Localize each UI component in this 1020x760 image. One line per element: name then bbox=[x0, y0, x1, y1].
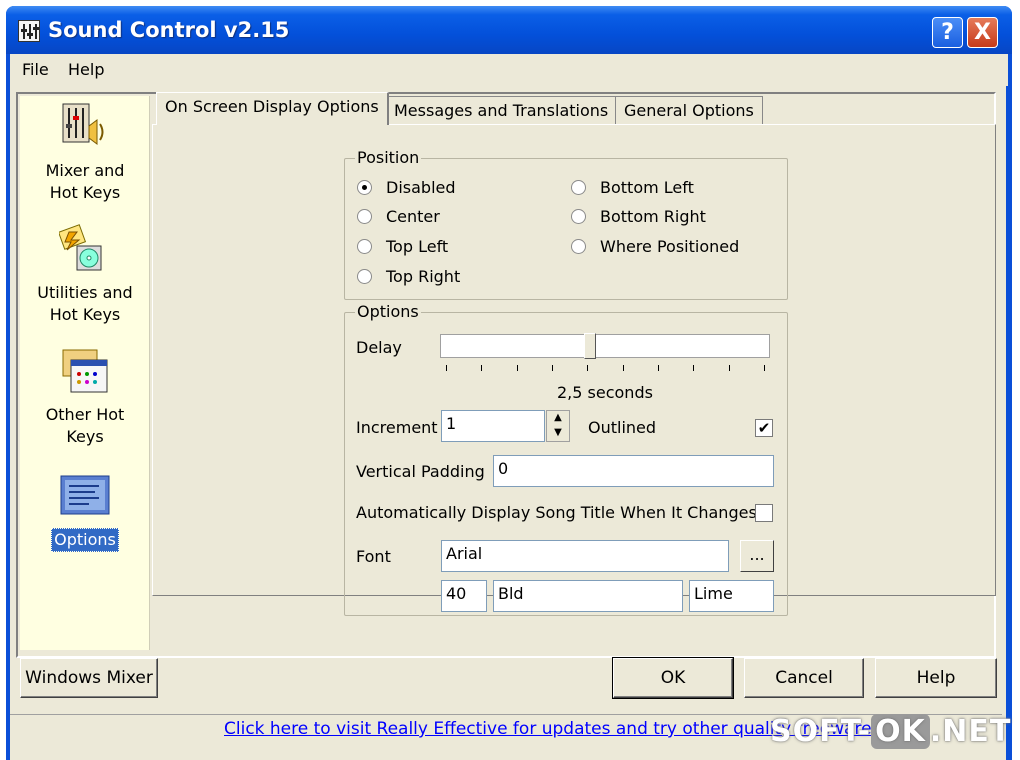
mixer-icon bbox=[59, 102, 111, 154]
slider-tick bbox=[693, 365, 694, 371]
spin-up-icon[interactable]: ▲ bbox=[547, 411, 569, 426]
help-button[interactable]: Help bbox=[875, 658, 997, 698]
radio-center[interactable]: Center bbox=[357, 207, 440, 226]
font-browse-button[interactable]: ... bbox=[740, 540, 774, 572]
radio-indicator bbox=[357, 268, 372, 284]
auto-display-label: Automatically Display Song Title When It… bbox=[356, 503, 757, 522]
increment-input[interactable]: 1 bbox=[441, 410, 545, 442]
radio-label: Disabled bbox=[386, 178, 456, 197]
menu-help[interactable]: Help bbox=[68, 60, 104, 79]
slider-tick bbox=[446, 365, 447, 371]
radio-indicator bbox=[571, 179, 586, 195]
radio-indicator bbox=[571, 238, 586, 254]
radio-label: Where Positioned bbox=[600, 237, 740, 256]
sidebar: Mixer and Hot Keys Utilities and Hot Key… bbox=[20, 96, 150, 650]
radio-indicator bbox=[357, 208, 372, 224]
slider-tick bbox=[764, 365, 765, 371]
sidebar-item-utilities[interactable]: Utilities and Hot Keys bbox=[20, 224, 150, 326]
sidebar-item-label: Mixer and Hot Keys bbox=[45, 161, 125, 202]
radio-where-positioned[interactable]: Where Positioned bbox=[571, 237, 739, 256]
radio-label: Top Right bbox=[386, 267, 461, 286]
app-icon[interactable] bbox=[18, 20, 40, 42]
delay-value-text: 2,5 seconds bbox=[557, 383, 653, 402]
slider-tick bbox=[517, 365, 518, 371]
outlined-label: Outlined bbox=[588, 418, 657, 437]
radio-indicator bbox=[357, 238, 372, 254]
watermark-text: SOFT- bbox=[770, 714, 872, 749]
radio-disabled[interactable]: Disabled bbox=[357, 178, 456, 197]
sidebar-item-label: Other Hot Keys bbox=[45, 405, 125, 446]
vertical-padding-input[interactable]: 0 bbox=[493, 455, 774, 487]
title-bar[interactable]: Sound Control v2.15 ? X bbox=[6, 6, 1012, 54]
delay-slider-thumb[interactable] bbox=[584, 333, 596, 359]
sidebar-item-other-hotkeys[interactable]: Other Hot Keys bbox=[20, 346, 150, 448]
outlined-checkbox[interactable]: ✔ bbox=[755, 419, 773, 437]
increment-label: Increment bbox=[356, 418, 438, 437]
tab-on-screen-display[interactable]: On Screen Display Options bbox=[156, 92, 389, 125]
radio-label: Top Left bbox=[386, 237, 449, 256]
radio-indicator bbox=[357, 179, 372, 195]
sidebar-item-mixer[interactable]: Mixer and Hot Keys bbox=[20, 102, 150, 204]
font-size-field[interactable]: 40 bbox=[441, 580, 487, 612]
menu-file[interactable]: File bbox=[22, 60, 49, 79]
sidebar-item-options[interactable]: Options bbox=[20, 470, 150, 552]
position-group-title: Position bbox=[355, 148, 422, 167]
font-style-field[interactable]: Bld bbox=[493, 580, 683, 612]
slider-tick bbox=[729, 365, 730, 371]
auto-display-checkbox[interactable] bbox=[755, 504, 773, 522]
other-hotkeys-icon bbox=[59, 346, 111, 398]
menu-bar: File Help bbox=[10, 54, 1008, 86]
options-group-title: Options bbox=[355, 302, 421, 321]
delay-slider[interactable] bbox=[440, 333, 770, 359]
radio-label: Center bbox=[386, 207, 440, 226]
radio-bottom-right[interactable]: Bottom Right bbox=[571, 207, 706, 226]
increment-spinner[interactable]: ▲ ▼ bbox=[546, 410, 570, 442]
slider-tick bbox=[623, 365, 624, 371]
watermark-text: OK bbox=[871, 714, 930, 749]
close-button[interactable]: X bbox=[967, 17, 998, 48]
slider-tick bbox=[587, 365, 588, 371]
radio-bottom-left[interactable]: Bottom Left bbox=[571, 178, 694, 197]
radio-label: Bottom Right bbox=[600, 207, 706, 226]
radio-indicator bbox=[571, 208, 586, 224]
sidebar-item-label: Options bbox=[51, 528, 119, 552]
radio-top-left[interactable]: Top Left bbox=[357, 237, 448, 256]
slider-tick bbox=[552, 365, 553, 371]
help-title-button[interactable]: ? bbox=[932, 17, 963, 48]
window-title: Sound Control v2.15 bbox=[48, 18, 290, 42]
font-label: Font bbox=[356, 547, 391, 566]
slider-tick bbox=[658, 365, 659, 371]
delay-label: Delay bbox=[356, 338, 402, 357]
watermark: SOFT- OK .NET bbox=[770, 714, 1014, 754]
watermark-text: .NET bbox=[929, 714, 1012, 749]
spin-down-icon[interactable]: ▼ bbox=[547, 426, 569, 441]
ok-button[interactable]: OK bbox=[612, 657, 734, 699]
vertical-padding-label: Vertical Padding bbox=[356, 462, 485, 481]
tab-messages-translations[interactable]: Messages and Translations bbox=[385, 96, 618, 124]
sidebar-item-label: Utilities and Hot Keys bbox=[37, 283, 133, 324]
utilities-icon bbox=[57, 224, 111, 276]
options-icon bbox=[59, 470, 111, 522]
radio-label: Bottom Left bbox=[600, 178, 694, 197]
font-color-field[interactable]: Lime bbox=[689, 580, 774, 612]
font-name-field[interactable]: Arial bbox=[441, 540, 729, 572]
cancel-button[interactable]: Cancel bbox=[744, 658, 864, 698]
radio-top-right[interactable]: Top Right bbox=[357, 267, 460, 286]
slider-tick bbox=[481, 365, 482, 371]
tab-general-options[interactable]: General Options bbox=[615, 96, 763, 124]
windows-mixer-button[interactable]: Windows Mixer bbox=[20, 658, 158, 698]
